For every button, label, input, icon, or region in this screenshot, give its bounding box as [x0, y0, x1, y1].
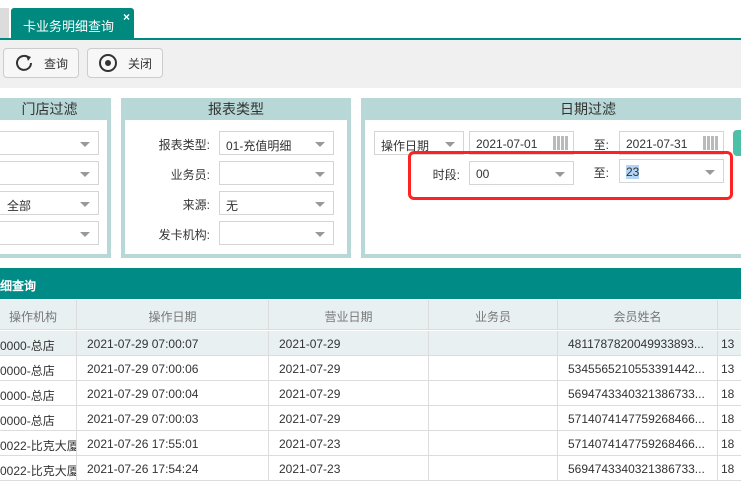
calendar-icon[interactable] [553, 136, 569, 150]
table-cell: 4811787820049933893... [558, 331, 718, 356]
table-cell: 0022-比克大厦 [0, 431, 77, 456]
highlight-box [408, 151, 733, 200]
query-button[interactable]: 查询 [3, 48, 79, 78]
column-header[interactable]: 营业日期 [269, 300, 429, 330]
tab-label: 卡业务明细查询 [23, 19, 115, 34]
panel-title: 报表类型 [208, 101, 264, 117]
salesperson-select[interactable] [219, 161, 334, 185]
table-cell: 2021-07-29 [269, 406, 429, 431]
table-cell: 2021-07-29 07:00:06 [77, 356, 269, 381]
chevron-down-icon [80, 232, 90, 237]
close-label: 关闭 [128, 56, 153, 71]
grid-title: 细查询 [0, 268, 741, 299]
column-header[interactable]: 操作机构 [0, 300, 77, 330]
chevron-down-icon [315, 232, 325, 237]
table-cell: 13 [718, 356, 741, 381]
refresh-icon [16, 54, 32, 71]
table-cell: 2021-07-29 07:00:03 [77, 406, 269, 431]
table-cell: 5714074147759268466... [558, 431, 718, 456]
report-type-select[interactable]: 01-充值明细 [219, 131, 334, 155]
store-select-2[interactable] [0, 161, 99, 185]
table-cell: 5694743340321386733... [558, 381, 718, 406]
column-header[interactable]: 操作日期 [77, 300, 269, 330]
report-type-label: 报表类型: [158, 138, 210, 152]
column-header[interactable]: 会员姓名 [558, 300, 718, 330]
table-cell [429, 381, 558, 406]
table-cell [429, 431, 558, 456]
table-cell: 0000-总店 [0, 406, 77, 431]
chevron-down-icon [315, 172, 325, 177]
table-cell [429, 331, 558, 356]
tab-card-detail[interactable]: 卡业务明细查询 × [11, 8, 134, 38]
table-cell: 0000-总店 [0, 381, 77, 406]
query-label: 查询 [44, 56, 69, 71]
table-cell: 2021-07-29 [269, 356, 429, 381]
issuer-label: 发卡机构: [158, 228, 210, 242]
table-cell [429, 406, 558, 431]
table-cell: 0022-比克大厦 [0, 456, 77, 481]
search-button[interactable] [733, 130, 741, 156]
table-cell [429, 456, 558, 481]
table-cell: 18 [718, 381, 741, 406]
table-cell: 2021-07-23 [269, 431, 429, 456]
close-button[interactable]: 关闭 [87, 48, 163, 78]
chevron-down-icon [315, 142, 325, 147]
column-header[interactable] [718, 300, 741, 330]
table-cell: 2021-07-29 07:00:04 [77, 381, 269, 406]
table-cell [429, 356, 558, 381]
table-cell: 5345565210553391442... [558, 356, 718, 381]
calendar-icon[interactable] [703, 136, 719, 150]
table-cell: 18 [718, 406, 741, 431]
source-label: 来源: [182, 198, 210, 212]
panel-title: 日期过滤 [560, 101, 616, 117]
table-cell: 5694743340321386733... [558, 456, 718, 481]
chevron-down-icon [80, 172, 90, 177]
table-cell: 2021-07-26 17:55:01 [77, 431, 269, 456]
table-cell: 13 [718, 331, 741, 356]
table-cell: 2021-07-29 [269, 331, 429, 356]
table-cell: 2021-07-29 [269, 381, 429, 406]
source-select[interactable]: 无 [219, 191, 334, 215]
salesperson-label: 业务员: [170, 168, 210, 182]
table-cell: 18 [718, 431, 741, 456]
store-select-4[interactable] [0, 221, 99, 245]
table-cell: 2021-07-26 17:54:24 [77, 456, 269, 481]
store-select-1[interactable] [0, 131, 99, 155]
tab-previous[interactable] [0, 8, 9, 38]
chevron-down-icon [315, 202, 325, 207]
chevron-down-icon [445, 142, 455, 147]
table-cell: 5714074147759268466... [558, 406, 718, 431]
panel-title: 门店过滤 [21, 101, 78, 117]
store-select-3[interactable]: 全部 [0, 191, 99, 215]
table-cell: 2021-07-23 [269, 456, 429, 481]
table-cell: 18 [718, 456, 741, 481]
table-cell: 0000-总店 [0, 331, 77, 356]
close-icon[interactable]: × [123, 10, 130, 24]
table-cell: 0000-总店 [0, 356, 77, 381]
chevron-down-icon [80, 142, 90, 147]
table-cell: 2021-07-29 07:00:07 [77, 331, 269, 356]
stop-icon [99, 54, 117, 72]
issuer-select[interactable] [219, 221, 334, 245]
column-header[interactable]: 业务员 [429, 300, 558, 330]
chevron-down-icon [80, 202, 90, 207]
